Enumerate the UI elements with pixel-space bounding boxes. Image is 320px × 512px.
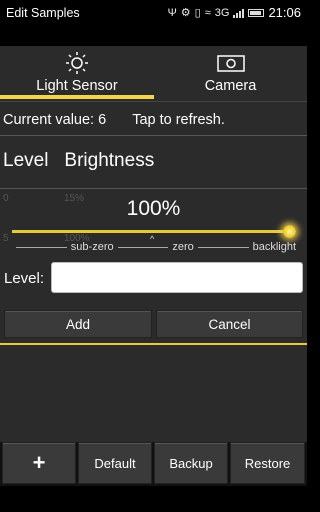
tab-bar: Light Sensor Camera	[0, 46, 307, 102]
slider-scale: sub-zero ^ zero backlight	[12, 234, 297, 254]
column-headers: Level Brightness	[3, 150, 154, 172]
tab-label: Light Sensor	[36, 78, 118, 94]
accent-divider	[0, 343, 307, 345]
status-bar: Edit Samples Ψ ⚙ ▯ ≈ 3G 21:06	[0, 0, 307, 25]
app-title: Edit Samples	[6, 5, 80, 20]
phone-icon: ▯	[194, 7, 201, 19]
column-header-brightness: Brightness	[64, 150, 155, 171]
scale-label-sub-zero: sub-zero	[70, 241, 114, 253]
scale-line	[117, 246, 169, 248]
tab-camera[interactable]: Camera	[154, 46, 307, 101]
status-icons: Ψ ⚙ ▯ ≈ 3G	[168, 6, 265, 19]
scale-line	[197, 246, 249, 248]
brightness-slider-thumb[interactable]	[283, 225, 296, 238]
camera-icon	[216, 52, 245, 74]
divider	[0, 188, 307, 189]
scale-line	[16, 246, 67, 248]
bottom-toolbar: + Default Backup Restore	[0, 442, 307, 486]
current-value-text: Current value: 6	[3, 112, 107, 128]
scale-label-backlight: backlight	[252, 241, 297, 253]
add-button[interactable]: Add	[4, 310, 152, 338]
default-button[interactable]: Default	[78, 442, 152, 484]
brightness-slider-track[interactable]	[12, 230, 289, 233]
scale-label-zero: zero	[172, 241, 194, 253]
divider	[0, 135, 307, 136]
table-cell: 5	[3, 233, 9, 244]
current-value-row[interactable]: Current value: 6 Tap to refresh.	[3, 112, 225, 128]
add-sample-button[interactable]: +	[2, 442, 76, 484]
caret-up-icon: ^	[150, 234, 155, 244]
backup-button[interactable]: Backup	[154, 442, 228, 484]
usb-debug-icon: ⚙	[180, 7, 191, 19]
signal-icon	[233, 8, 245, 18]
level-label: Level:	[4, 269, 45, 287]
wifi-icon: ≈	[204, 6, 211, 19]
level-input[interactable]	[51, 262, 303, 293]
cancel-button[interactable]: Cancel	[156, 310, 303, 338]
restore-button[interactable]: Restore	[230, 442, 305, 484]
battery-icon	[248, 8, 265, 17]
sun-icon	[65, 52, 89, 74]
brightness-percent: 100%	[126, 197, 181, 220]
navigation-area	[0, 486, 307, 512]
tab-light-sensor[interactable]: Light Sensor	[0, 46, 154, 101]
usb-icon: Ψ	[167, 6, 177, 19]
column-header-level: Level	[3, 150, 49, 171]
clock: 21:06	[268, 5, 301, 20]
refresh-hint: Tap to refresh.	[132, 112, 225, 128]
tab-label: Camera	[204, 78, 257, 94]
network-type-label: 3G	[214, 6, 230, 19]
